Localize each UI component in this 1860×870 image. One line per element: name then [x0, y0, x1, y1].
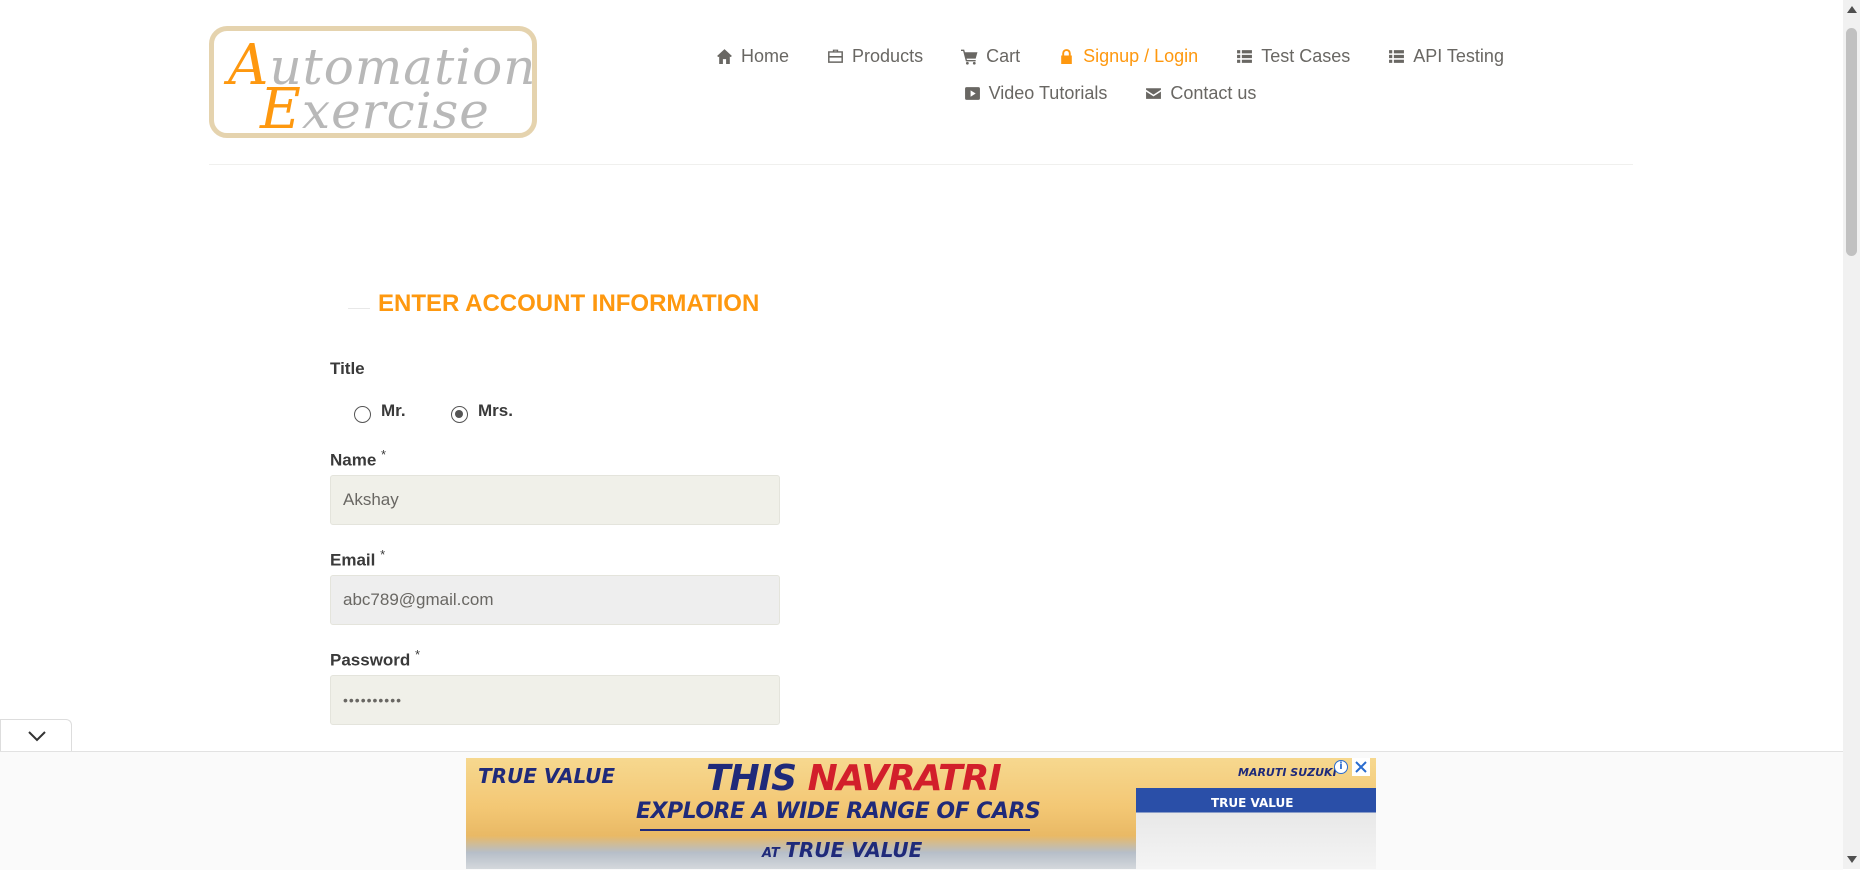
nav-products[interactable]: Products: [827, 46, 923, 67]
ad-banner[interactable]: TRUE VALUE THIS NAVRATRI EXPLORE A WIDE …: [466, 758, 1376, 869]
ad-info-icon[interactable]: i: [1334, 760, 1348, 774]
ad-at-line: AT TRUE VALUE: [762, 838, 923, 862]
nav-home[interactable]: Home: [716, 46, 789, 67]
ad-collapse-toggle[interactable]: [0, 719, 72, 751]
scroll-up-arrow-icon[interactable]: [1847, 6, 1857, 13]
nav-video-tutorials-label: Video Tutorials: [988, 83, 1108, 103]
nav-signup-login[interactable]: Signup / Login: [1058, 46, 1198, 67]
nav-home-label: Home: [741, 46, 790, 66]
nav-cart[interactable]: Cart: [961, 46, 1020, 67]
briefcase-icon: [828, 49, 843, 63]
name-label: Name *: [330, 447, 387, 470]
envelope-icon: [1146, 88, 1162, 99]
site-logo[interactable]: Automation Exercise: [209, 26, 537, 142]
name-input[interactable]: Akshay: [330, 475, 780, 525]
password-input[interactable]: ••••••••••: [330, 675, 780, 725]
ad-headline: THIS NAVRATRI: [706, 758, 1002, 799]
nav-signup-login-label: Signup / Login: [1083, 46, 1199, 66]
ad-close-icon[interactable]: [1352, 758, 1370, 776]
nav-row-1: Home Products Cart Signup / Login Test C…: [700, 38, 1520, 75]
list-icon: [1389, 50, 1405, 63]
nav-contact-us-label: Contact us: [1170, 83, 1257, 103]
email-input[interactable]: abc789@gmail.com: [330, 575, 780, 625]
password-label: Password *: [330, 647, 421, 670]
showroom-sign: TRUE VALUE: [1211, 796, 1294, 810]
title-mrs-option[interactable]: Mrs.: [451, 401, 513, 423]
form-heading: ENTER ACCOUNT INFORMATION: [370, 290, 768, 318]
required-mark: *: [381, 447, 387, 462]
nav-api-testing-label: API Testing: [1413, 46, 1504, 66]
ad-brand: TRUE VALUE: [478, 764, 616, 788]
radio-mrs-label: Mrs.: [478, 401, 513, 420]
page-scrollbar[interactable]: [1843, 0, 1860, 869]
logo-line-2: Exercise: [260, 77, 490, 142]
ad-subline: EXPLORE A WIDE RANGE OF CARS: [636, 799, 1041, 824]
home-icon: [717, 49, 732, 64]
ad-maruti-logo: MARUTI SUZUKI: [1238, 766, 1337, 779]
ad-showroom-image: TRUE VALUE: [1136, 788, 1376, 869]
list-icon: [1237, 50, 1253, 63]
required-mark: *: [415, 647, 421, 662]
title-mr-option[interactable]: Mr.: [354, 401, 406, 423]
header-divider: [209, 164, 1633, 165]
nav-row-2: Video Tutorials Contact us: [700, 75, 1520, 112]
chevron-down-icon: [28, 731, 46, 742]
scroll-thumb[interactable]: [1846, 28, 1857, 256]
nav-test-cases-label: Test Cases: [1261, 46, 1351, 66]
nav-contact-us[interactable]: Contact us: [1145, 83, 1256, 104]
scroll-down-arrow-icon[interactable]: [1847, 856, 1857, 863]
ad-divider: [640, 829, 1030, 831]
email-label: Email *: [330, 547, 386, 570]
main-nav: Home Products Cart Signup / Login Test C…: [700, 38, 1520, 112]
nav-video-tutorials[interactable]: Video Tutorials: [964, 83, 1108, 104]
radio-mr-label: Mr.: [381, 401, 406, 420]
nav-api-testing[interactable]: API Testing: [1388, 46, 1504, 67]
lock-icon: [1061, 49, 1072, 64]
youtube-play-icon: [964, 87, 980, 100]
required-mark: *: [380, 547, 386, 562]
form-heading-wrap: ENTER ACCOUNT INFORMATION: [348, 285, 768, 325]
nav-test-cases[interactable]: Test Cases: [1236, 46, 1350, 67]
nav-products-label: Products: [852, 46, 924, 66]
radio-mr[interactable]: [354, 405, 371, 423]
cart-icon: [961, 49, 978, 65]
nav-cart-label: Cart: [986, 46, 1021, 66]
title-label: Title: [330, 359, 365, 378]
radio-mrs[interactable]: [451, 405, 468, 423]
